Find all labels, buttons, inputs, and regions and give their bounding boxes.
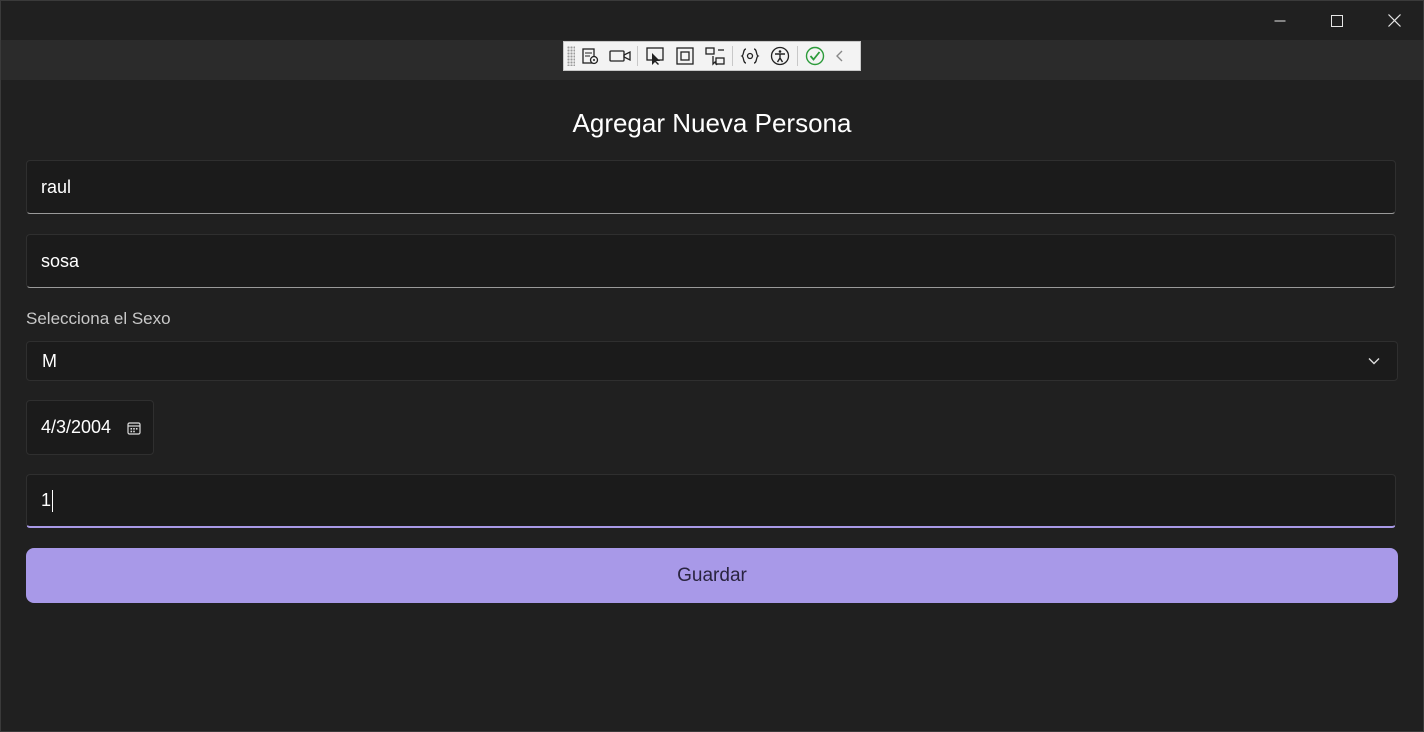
select-element-icon (646, 47, 664, 65)
maximize-button[interactable] (1309, 1, 1365, 40)
calendar-icon[interactable] (127, 421, 141, 435)
select-element-button[interactable] (640, 43, 670, 69)
record-button[interactable] (605, 43, 635, 69)
display-layout-adorners-button[interactable] (670, 43, 700, 69)
hot-reload-ok-icon (805, 46, 825, 66)
track-focus-button[interactable] (700, 43, 730, 69)
live-visual-tree-icon (582, 48, 599, 65)
close-icon (1387, 14, 1401, 27)
save-button[interactable]: Guardar (26, 548, 1398, 603)
numero-field[interactable]: 1 (26, 474, 1396, 528)
apellido-input[interactable] (27, 235, 1395, 287)
apellido-field[interactable] (26, 234, 1396, 288)
display-layout-adorners-icon (676, 47, 694, 65)
close-button[interactable] (1366, 1, 1422, 40)
collapse-toolbar-button[interactable] (830, 43, 850, 69)
minimize-button[interactable] (1252, 1, 1308, 40)
binding-failures-icon (740, 48, 760, 64)
record-icon (609, 50, 631, 62)
title-bar (1, 1, 1423, 40)
minimize-icon (1274, 20, 1286, 21)
nombre-input[interactable] (27, 161, 1395, 213)
toolbar-separator (797, 46, 798, 66)
grip-icon[interactable] (567, 46, 575, 66)
sexo-select[interactable]: M (26, 341, 1398, 381)
hot-reload-status[interactable] (800, 43, 830, 69)
maximize-icon (1331, 14, 1343, 27)
toolbar-separator (637, 46, 638, 66)
fecha-value: 4/3/2004 (41, 417, 112, 437)
text-caret (52, 489, 54, 512)
xaml-debug-toolbar (563, 41, 861, 71)
sexo-selected-value: M (42, 350, 57, 371)
live-visual-tree-button[interactable] (575, 43, 605, 69)
app-window: Agregar Nueva Persona Selecciona el Sexo… (0, 0, 1424, 732)
accessibility-button[interactable] (765, 43, 795, 69)
nombre-field[interactable] (26, 160, 1396, 214)
chevron-down-icon (1368, 358, 1380, 365)
form-content: Agregar Nueva Persona Selecciona el Sexo… (1, 80, 1423, 731)
numero-value: 1 (41, 490, 52, 510)
collapse-toolbar-icon (836, 50, 843, 62)
track-focus-icon (705, 47, 725, 66)
fecha-date-picker[interactable]: 4/3/2004 (26, 400, 154, 455)
sexo-label: Selecciona el Sexo (26, 309, 171, 328)
page-title: Agregar Nueva Persona (572, 108, 852, 138)
binding-failures-button[interactable] (735, 43, 765, 69)
accessibility-icon (770, 46, 790, 66)
toolbar-separator (732, 46, 733, 66)
